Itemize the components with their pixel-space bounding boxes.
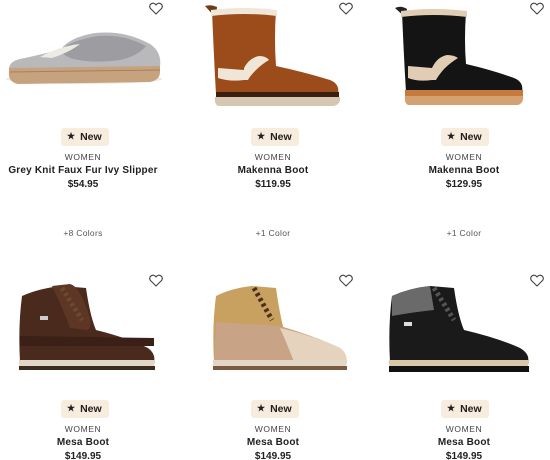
color-count-link[interactable]: +1 Color (184, 228, 362, 238)
badge-label: New (80, 403, 102, 415)
badge-label: New (80, 131, 102, 143)
heart-outline-icon[interactable] (149, 2, 163, 15)
product-card[interactable]: ★ New WOMEN Mesa Boot $149.95 (374, 266, 550, 460)
star-icon: ★ (67, 403, 76, 413)
product-name[interactable]: Makenna Boot (184, 165, 362, 176)
product-grid: ★ New WOMEN Grey Knit Faux Fur Ivy Slippe… (0, 0, 550, 460)
product-price: $129.95 (445, 179, 483, 190)
product-category: WOMEN (64, 424, 102, 434)
product-name[interactable]: Mesa Boot (0, 437, 166, 448)
color-count-link[interactable]: +8 Colors (0, 228, 166, 238)
product-category: WOMEN (254, 424, 292, 434)
new-badge: ★ New (441, 400, 489, 418)
slipper-image (6, 32, 162, 84)
badge-label: New (270, 131, 292, 143)
product-category: WOMEN (254, 152, 292, 162)
boot-image (388, 286, 530, 372)
product-price: $54.95 (67, 179, 99, 190)
product-card[interactable]: ★ New WOMEN Mesa Boot $149.95 (0, 266, 184, 460)
heart-outline-icon[interactable] (339, 274, 353, 287)
product-image[interactable] (184, 0, 368, 118)
product-name[interactable]: Mesa Boot (184, 437, 362, 448)
product-price: $149.95 (254, 451, 292, 460)
badge-label: New (460, 131, 482, 143)
star-icon: ★ (257, 131, 266, 141)
new-badge: ★ New (251, 128, 299, 146)
new-badge: ★ New (441, 128, 489, 146)
badge-label: New (460, 403, 482, 415)
heart-outline-icon[interactable] (149, 274, 163, 287)
star-icon: ★ (257, 403, 266, 413)
heart-outline-icon[interactable] (339, 2, 353, 15)
product-image[interactable] (374, 0, 550, 118)
product-price: $119.95 (255, 179, 291, 190)
product-price: $149.95 (64, 451, 102, 460)
star-icon: ★ (67, 131, 76, 141)
product-price: $149.95 (445, 451, 483, 460)
product-image[interactable] (0, 266, 184, 384)
product-image[interactable] (0, 0, 184, 118)
product-name[interactable]: Mesa Boot (374, 437, 550, 448)
heart-outline-icon[interactable] (530, 2, 544, 15)
product-name[interactable]: Grey Knit Faux Fur Ivy Slipper (0, 165, 166, 176)
star-icon: ★ (447, 131, 456, 141)
product-image[interactable] (374, 266, 550, 384)
product-card[interactable]: ★ New WOMEN Makenna Boot $119.95 +1 Color (184, 0, 368, 238)
product-category: WOMEN (445, 424, 483, 434)
new-badge: ★ New (251, 400, 299, 418)
boot-image (205, 5, 341, 106)
color-count-link[interactable]: +1 Color (374, 228, 550, 238)
star-icon: ★ (447, 403, 456, 413)
product-category: WOMEN (64, 152, 102, 162)
new-badge: ★ New (61, 128, 109, 146)
product-card[interactable]: ★ New WOMEN Grey Knit Faux Fur Ivy Slippe… (0, 0, 184, 238)
product-card[interactable]: ★ New WOMEN Makenna Boot $129.95 +1 Color (374, 0, 550, 238)
boot-image (395, 6, 524, 105)
heart-outline-icon[interactable] (530, 274, 544, 287)
product-name[interactable]: Makenna Boot (374, 165, 550, 176)
new-badge: ★ New (61, 400, 109, 418)
product-card[interactable]: ★ New WOMEN Mesa Boot $149.95 (184, 266, 368, 460)
badge-label: New (270, 403, 292, 415)
product-category: WOMEN (445, 152, 483, 162)
product-image[interactable] (184, 266, 368, 384)
